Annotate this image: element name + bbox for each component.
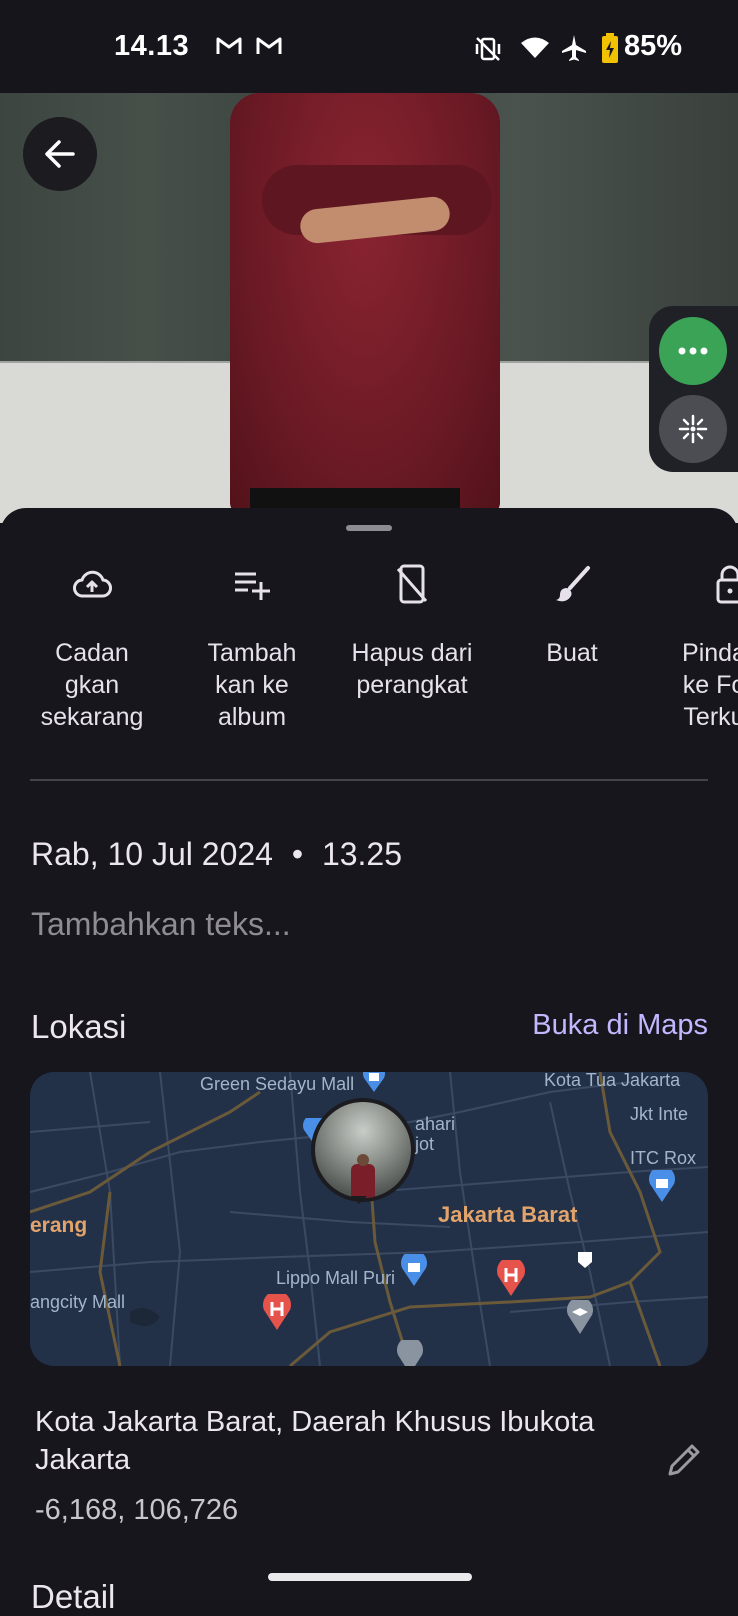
action-label: Tambah kan ke album	[207, 639, 297, 731]
arrow-left-icon	[45, 140, 75, 168]
marker-pointer	[351, 1196, 367, 1204]
map-label: Kota Tua Jakarta	[544, 1072, 681, 1090]
phone-off-icon	[396, 564, 428, 604]
brush-icon	[556, 566, 590, 602]
lens-button[interactable]	[659, 395, 727, 463]
map-label: ahari	[415, 1114, 456, 1134]
map-label: angcity Mall	[30, 1292, 126, 1312]
add-text-input[interactable]: Tambahkan teks...	[31, 906, 291, 943]
create-button[interactable]: Buat	[497, 563, 647, 669]
action-label: Buat	[546, 639, 598, 667]
photo-time: 13.25	[321, 836, 403, 872]
open-in-maps-link[interactable]: Buka di Maps	[532, 1009, 708, 1042]
school-pin-icon	[397, 1340, 423, 1366]
separator: •	[291, 836, 304, 872]
shopping-pin-icon	[401, 1254, 427, 1286]
photo-date: Rab, 10 Jul 2024	[31, 836, 273, 872]
map-label: Lippo Mall Puri	[276, 1268, 396, 1288]
shopping-pin-icon	[363, 1072, 385, 1092]
map-district-label: Jakarta Barat	[438, 1202, 578, 1227]
photo-location-marker[interactable]	[311, 1098, 415, 1202]
map-label: Green Sedayu Mall	[200, 1074, 355, 1094]
map-label: ITC Rox	[630, 1148, 697, 1168]
action-label: Hapus dari perangkat	[351, 639, 473, 699]
shopping-pin-icon	[649, 1170, 675, 1202]
action-label: Pinda ke Fo Terku	[682, 639, 738, 731]
action-label: Cadan gkan sekarang	[40, 639, 144, 731]
hospital-pin-icon	[263, 1294, 291, 1330]
airplane-icon	[562, 35, 586, 61]
lock-icon	[716, 565, 738, 604]
cloud-upload-icon	[73, 570, 112, 598]
status-time: 14.13	[114, 30, 190, 62]
school-pin-icon	[567, 1300, 593, 1334]
more-horizontal-icon	[678, 347, 708, 355]
wifi-icon	[521, 37, 549, 58]
location-heading: Lokasi	[31, 1008, 127, 1045]
playlist-add-icon	[235, 572, 270, 600]
move-to-locked-folder-button[interactable]: Pinda ke Fo Terku	[657, 563, 738, 733]
vibrate-off-icon	[475, 37, 501, 61]
location-coordinates: -6,168, 106,726	[35, 1494, 239, 1526]
sheet-drag-handle[interactable]	[346, 525, 392, 531]
hospital-pin-icon	[497, 1260, 525, 1296]
edit-location-icon[interactable]	[666, 1442, 702, 1478]
backup-now-button[interactable]: Cadan gkan sekarang	[17, 563, 167, 733]
gmail-icon	[256, 37, 282, 54]
location-address: Kota Jakarta Barat, Daerah Khusus Ibukot…	[35, 1406, 595, 1476]
map-district-label: erang	[30, 1214, 88, 1237]
battery-icon	[602, 33, 618, 63]
delete-from-device-button[interactable]: Hapus dari perangkat	[337, 563, 487, 701]
detail-heading: Detail	[31, 1578, 116, 1615]
location-map[interactable]: Green Sedayu Mall Kota Tua Jakarta Jkt I…	[30, 1072, 708, 1366]
photo-subject	[230, 93, 500, 513]
map-label: Jkt Inte	[630, 1104, 689, 1124]
battery-percentage: 85%	[624, 30, 683, 62]
more-options-button[interactable]	[659, 317, 727, 385]
divider	[30, 779, 708, 781]
add-to-album-button[interactable]: Tambah kan ke album	[177, 563, 327, 733]
photo-datetime: Rab, 10 Jul 2024 • 13.25	[31, 836, 402, 873]
map-label: jot	[415, 1134, 435, 1154]
status-bar: 14.13 85%	[0, 0, 738, 93]
sparkle-search-icon	[678, 414, 708, 444]
photo-viewer[interactable]	[0, 93, 738, 523]
road-marker-icon	[578, 1252, 592, 1268]
gmail-icon	[216, 37, 242, 54]
back-button[interactable]	[23, 117, 97, 191]
gesture-navigation-bar[interactable]	[268, 1573, 472, 1581]
